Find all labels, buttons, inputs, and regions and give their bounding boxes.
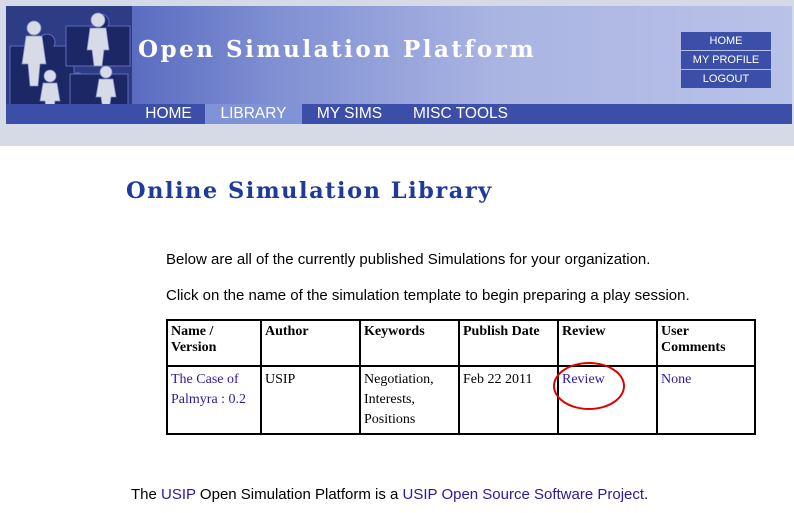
col-name-version: Name / Version <box>166 319 262 367</box>
nav-my-sims[interactable]: MY SIMS <box>302 104 397 124</box>
cell-sim-name: The Case of Palmyra : 0.2 <box>166 365 262 435</box>
footer-text: The USIP Open Simulation Platform is a U… <box>131 486 648 503</box>
keyword-1: Negotiation, <box>364 372 434 387</box>
sim-name-line2[interactable]: Palmyra : 0.2 <box>171 392 246 407</box>
sim-name-line1[interactable]: The Case of <box>171 372 239 387</box>
keyword-3: Positions <box>364 412 416 427</box>
user-menu: HOME MY PROFILE LOGOUT <box>681 32 771 89</box>
col-publish-date: Publish Date <box>458 319 559 367</box>
col-review: Review <box>557 319 658 367</box>
col-author: Author <box>260 319 361 367</box>
page-title: Online Simulation Library <box>126 178 493 204</box>
col-comments-label: Comments <box>661 340 726 355</box>
table-header-row: Name / Version Author Keywords Publish D… <box>166 319 756 367</box>
footer-usip-link[interactable]: USIP <box>161 486 196 503</box>
user-menu-logout[interactable]: LOGOUT <box>681 70 771 88</box>
intro-text: Below are all of the currently published… <box>166 251 651 268</box>
nav-library[interactable]: LIBRARY <box>205 104 302 124</box>
simulations-table: Name / Version Author Keywords Publish D… <box>166 319 756 435</box>
nav-misc-tools[interactable]: MISC TOOLS <box>397 104 524 124</box>
site-title: Open Simulation Platform <box>138 36 537 63</box>
cell-publish-date: Feb 22 2011 <box>458 365 559 435</box>
footer-text-part1: The <box>131 486 162 503</box>
cell-keywords: Negotiation, Interests, Positions <box>359 365 460 435</box>
sim-name-link[interactable]: The Case of Palmyra : 0.2 <box>171 372 246 407</box>
cell-author: USIP <box>260 365 361 435</box>
col-keywords: Keywords <box>359 319 460 367</box>
user-menu-my-profile[interactable]: MY PROFILE <box>681 51 771 69</box>
footer-project-link[interactable]: USIP Open Source Software Project <box>403 486 645 503</box>
col-name-label: Name / <box>171 324 214 339</box>
site-header: Open Simulation Platform HOME MY PROFILE… <box>0 0 794 146</box>
review-link[interactable]: Review <box>562 372 605 387</box>
user-menu-home[interactable]: HOME <box>681 32 771 50</box>
col-user-comments: User Comments <box>656 319 756 367</box>
comments-link[interactable]: None <box>661 372 691 387</box>
footer-text-part3: . <box>644 486 649 503</box>
main-nav: HOME LIBRARY MY SIMS MISC TOOLS <box>6 104 792 124</box>
footer-text-part2: Open Simulation Platform is a <box>195 486 403 503</box>
col-version-label: Version <box>171 340 217 355</box>
nav-home[interactable]: HOME <box>132 104 205 124</box>
col-user-label: User <box>661 324 689 339</box>
keyword-2: Interests, <box>364 392 415 407</box>
instruction-text: Click on the name of the simulation temp… <box>166 287 690 304</box>
table-row: The Case of Palmyra : 0.2 USIP Negotiati… <box>166 362 756 435</box>
cell-user-comments: None <box>656 365 756 435</box>
cell-review: Review <box>553 362 658 435</box>
review-wrapper: Review <box>553 362 653 410</box>
